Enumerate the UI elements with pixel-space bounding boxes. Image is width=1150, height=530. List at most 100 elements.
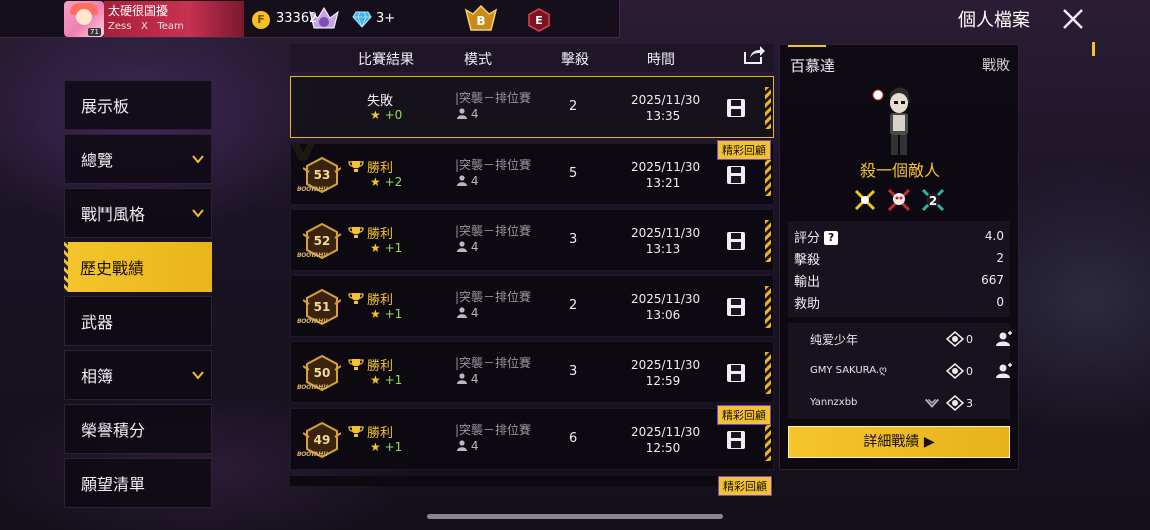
match-datetime: 2025/11/30 13:06 [631, 292, 701, 322]
match-datetime: 2025/11/30 13:35 [631, 93, 701, 123]
squad-size: 4 [457, 372, 478, 386]
star-change: ★ +1 [370, 373, 403, 387]
sidebar-item-showcase[interactable]: 展示板 [64, 80, 212, 130]
highlight-replay-tag[interactable]: 精彩回顧 [718, 476, 772, 496]
highlight-replay-tag[interactable]: 精彩回顧 [717, 140, 771, 160]
match-datetime: 2025/11/30 12:50 [631, 425, 701, 455]
share-icon[interactable] [742, 44, 766, 66]
highlight-replay-tag[interactable]: 精彩回顧 [717, 405, 771, 425]
trophy-icon [348, 161, 364, 172]
booyah-text: BOOYAH!! [297, 451, 328, 458]
sidebar-item-match-history[interactable]: 歷史戰績 [64, 242, 212, 292]
sidebar-item-honor-score[interactable]: 榮譽積分 [64, 404, 212, 454]
match-kills: 2 [569, 298, 578, 313]
row-stripe [765, 154, 771, 196]
match-result: 勝利 [367, 227, 394, 242]
stat-value-assists: 0 [996, 295, 1004, 309]
name-banner[interactable]: 太硬很国擾 Zess X Team [104, 1, 339, 37]
match-mode: |突襲－排位賽 [455, 158, 532, 172]
match-result: 勝利 [367, 293, 394, 308]
booyah-text: BOOYAH!! [297, 384, 328, 391]
detail-kill-title: 殺一個敵人 [859, 161, 940, 180]
booyah-text: BOOYAH!! [297, 318, 328, 325]
match-datetime: 2025/11/30 13:21 [631, 160, 701, 190]
teammate-name[interactable]: GMY SAKURA.ღ [810, 365, 887, 376]
match-row-partial[interactable]: 精彩回顧 [290, 476, 774, 496]
sidebar-item-combat-style[interactable]: 戰鬥風格 [64, 188, 212, 238]
selection-stripe [765, 87, 771, 129]
match-result: 勝利 [367, 359, 394, 374]
teammate-name[interactable]: 纯爱少年 [810, 331, 858, 348]
cs-rank-icon[interactable]: E [527, 8, 551, 32]
chevron-down-icon [192, 371, 204, 380]
trophy-icon [348, 227, 364, 238]
sidebar-item-wishlist[interactable]: 願望清單 [64, 458, 212, 508]
booyah-level: 52 [313, 234, 331, 248]
character-avatar [872, 87, 910, 155]
match-row[interactable]: 49 BOOYAH!! 勝利 ★ +1 |突襲－排位賽 4 6 2025/11/30 12:5… [290, 405, 774, 470]
trophy-icon [348, 359, 364, 370]
save-replay-icon[interactable] [725, 97, 747, 119]
diamond-icon [352, 11, 372, 28]
sidebar-item-label: 展示板 [81, 97, 130, 116]
detail-match-result: 戰敗 [982, 58, 1010, 74]
player-nickname: 太硬很国擾 [108, 4, 169, 18]
match-mode: |突襲－排位賽 [455, 290, 532, 304]
squad-size: 4 [457, 439, 478, 453]
match-row[interactable]: 52 BOOYAH!! 勝利 ★ +1 |突襲－排位賽 4 3 2025/11/30 13:1… [290, 209, 774, 271]
star-change: ★ +0 [370, 108, 403, 122]
person-icon [457, 241, 467, 252]
medal-count: 2 [929, 194, 937, 208]
match-kills: 3 [569, 232, 578, 247]
crossed-guns-medal-icon [854, 189, 876, 211]
row-stripe [765, 419, 771, 461]
avatar[interactable]: 71 [64, 1, 104, 37]
sidebar-item-label: 歷史戰績 [80, 259, 145, 278]
match-row[interactable]: 51 BOOYAH!! 勝利 ★ +1 |突襲－排位賽 4 2 2025/11/30 13:0… [290, 275, 774, 337]
close-icon[interactable] [1058, 4, 1088, 34]
sidebar-item-label: 相簿 [81, 367, 114, 386]
sidebar-item-weapons[interactable]: 武器 [64, 296, 212, 346]
column-header-kills: 擊殺 [561, 52, 589, 68]
save-replay-icon[interactable] [725, 164, 747, 186]
teammate-kills: 0 [966, 333, 973, 346]
home-indicator[interactable] [427, 514, 723, 519]
match-kills: 5 [569, 166, 578, 181]
sidebar-item-album[interactable]: 相簿 [64, 350, 212, 400]
sidebar-item-overview[interactable]: 總覽 [64, 134, 212, 184]
history-table-header: 比賽結果 模式 擊殺 時間 [290, 44, 774, 72]
detailed-stats-button[interactable]: 詳細戰績 ▶ [788, 426, 1010, 458]
sidebar-item-label: 願望清單 [81, 475, 146, 494]
person-icon [457, 108, 467, 119]
teammate-name[interactable]: Yannzxbb [810, 397, 857, 408]
row-stripe [765, 286, 771, 328]
diamond-balance[interactable]: 3+ [376, 11, 395, 26]
stat-value-rating: 4.0 [984, 229, 1004, 243]
teammate-kills: 0 [966, 365, 973, 378]
column-header-time: 時間 [647, 52, 675, 68]
match-row[interactable]: 失敗 ★ +0 |突襲－排位賽 4 2 2025/11/30 13:35 [290, 76, 774, 138]
br-rank-icon[interactable]: B [464, 4, 498, 34]
stat-value-kills: 2 [996, 251, 1004, 265]
add-friend-icon[interactable] [996, 363, 1012, 379]
save-replay-icon[interactable] [725, 296, 747, 318]
sidebar-item-label: 武器 [81, 313, 114, 332]
save-replay-icon[interactable] [725, 429, 747, 451]
match-result: 失敗 [367, 94, 394, 109]
add-friend-icon[interactable] [996, 331, 1012, 347]
save-replay-icon[interactable] [725, 230, 747, 252]
match-kills: 3 [569, 364, 578, 379]
trophy-icon [348, 293, 364, 304]
booyah-text: BOOYAH!! [297, 252, 328, 259]
row-stripe [765, 352, 771, 394]
match-row[interactable]: 50 BOOYAH!! 勝利 ★ +1 |突襲－排位賽 4 3 2025/11/30 12:5… [290, 341, 774, 403]
star-change: ★ +2 [370, 175, 403, 189]
star-change: ★ +1 [370, 241, 403, 255]
help-icon[interactable]: ? [824, 231, 839, 245]
save-replay-icon[interactable] [725, 362, 747, 384]
chevron-down-icon [192, 155, 204, 164]
stat-label-kills: 擊殺 [794, 253, 821, 268]
match-result: 勝利 [367, 161, 394, 176]
match-row[interactable]: 53 BOOYAH!! 勝利 ★ +2 |突襲－排位賽 4 5 2025/11/30 13:2… [290, 140, 774, 205]
kill-skull-icon [946, 363, 964, 379]
